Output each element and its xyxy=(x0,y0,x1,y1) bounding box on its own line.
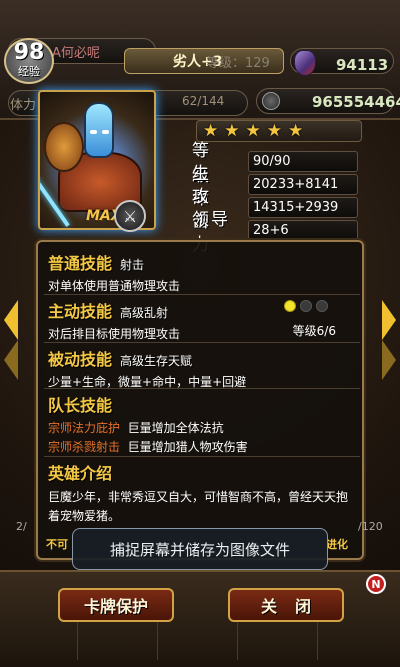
passive-skill-name: 高级生存天赋 xyxy=(120,354,193,368)
skill-panel: 普通技能 射击 对单体使用普通物理攻击 主动技能 高级乱射 对后排目标使用物理攻击 … xyxy=(36,240,364,560)
prev-arrow-icon[interactable] xyxy=(4,300,18,340)
player-level: 等级：129 xyxy=(206,56,270,71)
crossed-swords-icon: ⚔ xyxy=(114,200,146,232)
panel-footer-left: 不可 xyxy=(46,538,68,551)
hero-eye xyxy=(90,130,97,134)
page-indicator-right: /120 xyxy=(358,520,383,533)
leader-skill-desc: 巨量增加猎人物攻伤害 xyxy=(127,440,248,454)
divider xyxy=(44,456,360,457)
active-skill-level: 等级6/6 xyxy=(292,324,336,338)
stat-value: 90/90 xyxy=(248,150,358,172)
leader-skill-name: 宗师杀戮射击 xyxy=(48,440,121,454)
new-badge: N xyxy=(366,574,386,594)
lion-pet xyxy=(44,122,84,172)
active-skill-title: 主动技能 xyxy=(48,302,113,321)
level-dot xyxy=(284,300,296,312)
normal-skill-desc: 对单体使用普通物理攻击 xyxy=(48,279,181,293)
coin-count: 965554464 xyxy=(312,93,400,111)
stamina-value: 62/144 xyxy=(182,94,225,108)
leader-skill-desc: 巨量增加全体法抗 xyxy=(127,421,224,435)
normal-skill-name: 射击 xyxy=(120,258,145,272)
hero-figure xyxy=(84,102,114,158)
hero-eye xyxy=(102,130,109,134)
screenshot-toast: 捕捉屏幕并储存为图像文件 xyxy=(72,528,328,570)
divider xyxy=(44,294,360,295)
stat-leadership: 领导力 28+6 xyxy=(192,210,358,255)
gem-count: 94113 xyxy=(336,56,389,74)
leader-skill: 队长技能 宗师法力庇护 巨量增加全体法抗 宗师杀戮射击 巨量增加猎人物攻伤害 xyxy=(48,392,356,455)
divider xyxy=(44,342,360,343)
next-arrow-icon[interactable] xyxy=(382,300,396,340)
normal-skill: 普通技能 射击 对单体使用普通物理攻击 xyxy=(48,250,356,294)
close-button[interactable]: 关闭 xyxy=(228,588,344,622)
next-arrow-icon-faded xyxy=(382,340,396,380)
passive-skill-title: 被动技能 xyxy=(48,350,113,369)
stamina-label: 体力 xyxy=(10,98,37,113)
hero-intro: 英雄介绍 巨魔少年，非常秀逗又自大，可惜智商不高，曾经天天抱着宠物爱猪。 xyxy=(48,460,356,526)
card-protect-button[interactable]: 卡牌保护 xyxy=(58,588,174,622)
stat-value: 28+6 xyxy=(248,219,358,241)
leader-skill-name: 宗师法力庇护 xyxy=(48,421,121,435)
avatar-label: 经验 xyxy=(18,65,40,78)
leader-skill-row: 宗师法力庇护 巨量增加全体法抗 xyxy=(48,420,356,436)
hero-intro-text: 巨魔少年，非常秀逗又自大，可惜智商不高，曾经天天抱着宠物爱猪。 xyxy=(48,490,349,523)
passive-skill: 被动技能 高级生存天赋 少量+生命，微量+命中，中量+回避 xyxy=(48,346,356,390)
stat-value: 20233+8141 xyxy=(248,173,358,195)
panel-footer-right: 进化 xyxy=(326,538,348,551)
hero-intro-title: 英雄介绍 xyxy=(48,464,113,483)
stat-value: 14315+2939 xyxy=(248,196,358,218)
active-skill-name: 高级乱射 xyxy=(120,306,169,320)
leader-skill-row: 宗师杀戮射击 巨量增加猎人物攻伤害 xyxy=(48,439,356,455)
prev-arrow-icon-faded xyxy=(4,340,18,380)
star-icon: ★ xyxy=(266,121,282,141)
divider xyxy=(44,388,360,389)
coin-icon xyxy=(262,92,280,110)
star-icon: ★ xyxy=(288,121,304,141)
avatar-number: 98 xyxy=(13,40,45,65)
skill-level-dots xyxy=(284,300,328,312)
normal-skill-title: 普通技能 xyxy=(48,254,113,273)
level-dot xyxy=(316,300,328,312)
player-name: A何必呢 xyxy=(52,46,100,61)
page-indicator-left: 2/ xyxy=(16,520,27,533)
gem-icon xyxy=(294,50,316,76)
leader-skill-title: 队长技能 xyxy=(48,396,113,415)
player-avatar[interactable]: 98 经验 xyxy=(4,38,54,84)
level-dot xyxy=(300,300,312,312)
active-skill: 主动技能 高级乱射 对后排目标使用物理攻击 等级6/6 xyxy=(48,298,356,342)
